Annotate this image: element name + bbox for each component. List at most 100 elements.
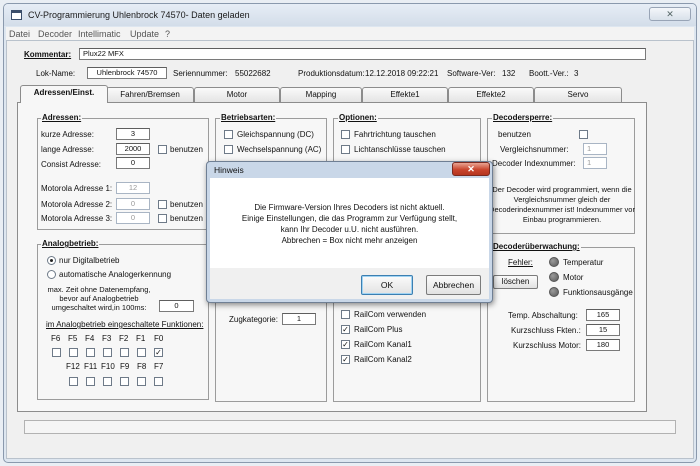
tab-servo[interactable]: Servo: [534, 87, 622, 102]
tab-effekte2[interactable]: Effekte2: [448, 87, 534, 102]
motorola-3-benutzen-label: benutzen: [170, 214, 203, 223]
seriennummer-value: 55022682: [235, 69, 271, 78]
produktionsdatum-value: 12.12.2018 09:22:21: [365, 69, 439, 78]
dialog-message-line3: kann Ihr Decoder u.U. nicht ausführen.: [280, 225, 419, 234]
railcom-verwenden-checkbox[interactable]: [341, 310, 350, 319]
dialog-title: Hinweis: [214, 165, 244, 175]
temp-abschaltung-input[interactable]: 165: [586, 309, 620, 321]
fn-label-f10: F10: [101, 362, 115, 371]
railcom-kanal1-checkbox[interactable]: ✓: [341, 340, 350, 349]
consist-adresse-label: Consist Adresse:: [41, 160, 102, 169]
fn-checkbox-f5[interactable]: [69, 348, 78, 357]
motorola-3-label: Motorola Adresse 3:: [41, 214, 113, 223]
lange-adresse-label: lange Adresse:: [41, 145, 94, 154]
tab-motor[interactable]: Motor: [194, 87, 280, 102]
decoder-indexnummer-label: Decoder Indexnummer:: [492, 159, 576, 168]
nur-digital-radio[interactable]: [47, 256, 56, 265]
temp-abschaltung-label: Temp. Abschaltung:: [508, 311, 578, 320]
fehler-label: Fehler:: [508, 258, 533, 267]
fn-label-f6: F6: [51, 334, 61, 343]
motorola-2-benutzen-checkbox[interactable]: [158, 200, 167, 209]
zugkategorie-input[interactable]: 1: [282, 313, 316, 325]
menu-help[interactable]: ?: [165, 29, 170, 39]
railcom-kanal2-label: RailCom Kanal2: [354, 355, 412, 364]
lok-name-label: Lok-Name:: [36, 69, 76, 78]
kurze-adresse-input[interactable]: 3: [116, 128, 150, 140]
decodersperre-benutzen-checkbox[interactable]: [579, 130, 588, 139]
fahrtrichtung-checkbox[interactable]: [341, 130, 350, 139]
auto-analog-radio[interactable]: [47, 270, 56, 279]
optionen-title: Optionen:: [338, 113, 378, 123]
decoder-indexnummer-input[interactable]: 1: [583, 157, 607, 169]
boot-value: 3: [574, 69, 579, 78]
fn-checkbox-f7[interactable]: [154, 377, 163, 386]
dc-checkbox[interactable]: [224, 130, 233, 139]
analog-zeit-input[interactable]: 0: [159, 300, 194, 312]
lange-adresse-benutzen-checkbox[interactable]: [158, 145, 167, 154]
produktionsdatum-label: Produktionsdatum:: [298, 69, 365, 78]
kurzschluss-fkten-label: Kurzschluss Fkten.:: [511, 326, 581, 335]
menu-update[interactable]: Update: [130, 29, 159, 39]
fn-checkbox-f1[interactable]: [137, 348, 146, 357]
fn-checkbox-f8[interactable]: [137, 377, 146, 386]
fn-label-f4: F4: [85, 334, 95, 343]
kommentar-input[interactable]: Plux22 MFX: [79, 48, 646, 60]
motorola-1-input[interactable]: 12: [116, 182, 150, 194]
fn-checkbox-f4[interactable]: [86, 348, 95, 357]
ac-checkbox[interactable]: [224, 145, 233, 154]
motorola-1-label: Motorola Adresse 1:: [41, 184, 113, 193]
software-value: 132: [502, 69, 516, 78]
dialog-close-button[interactable]: ✕: [452, 162, 490, 176]
ok-button[interactable]: OK: [361, 275, 413, 295]
fahrtrichtung-label: Fahrtrichtung tauschen: [354, 130, 436, 139]
kurzschluss-motor-input[interactable]: 180: [586, 339, 620, 351]
motorola-2-input[interactable]: 0: [116, 198, 150, 210]
lange-adresse-input[interactable]: 2000: [116, 143, 150, 155]
railcom-kanal2-checkbox[interactable]: ✓: [341, 355, 350, 364]
fn-checkbox-f0[interactable]: ✓: [154, 348, 163, 357]
window-close-button[interactable]: ✕: [649, 7, 691, 21]
railcom-plus-checkbox[interactable]: ✓: [341, 325, 350, 334]
window-title: CV-Programmierung Uhlenbrock 74570- Date…: [28, 10, 250, 20]
abbrechen-button[interactable]: Abbrechen: [426, 275, 481, 295]
dialog-message-line1: Die Firmware-Version Ihres Decoders ist …: [254, 203, 445, 212]
temperatur-led: [549, 257, 559, 267]
funktionsausgaenge-label: Funktionsausgänge: [563, 288, 633, 297]
menu-decoder[interactable]: Decoder: [38, 29, 72, 39]
motorola-2-benutzen-label: benutzen: [170, 200, 203, 209]
menu-intellimatic[interactable]: Intellimatic: [78, 29, 121, 39]
seriennummer-label: Seriennummer:: [173, 69, 228, 78]
temperatur-label: Temperatur: [563, 258, 604, 267]
fn-checkbox-f12[interactable]: [69, 377, 78, 386]
consist-adresse-input[interactable]: 0: [116, 157, 150, 169]
kommentar-label: Kommentar:: [24, 50, 72, 59]
licht-label: Lichtanschlüsse tauschen: [354, 145, 446, 154]
dialog-message: Die Firmware-Version Ihres Decoders ist …: [210, 202, 489, 246]
fn-checkbox-f3[interactable]: [103, 348, 112, 357]
tab-mapping[interactable]: Mapping: [280, 87, 362, 102]
motorola-3-benutzen-checkbox[interactable]: [158, 214, 167, 223]
analog-funktionen-title: im Analogbetrieb eingeschaltete Funktion…: [46, 320, 204, 329]
tab-adressen[interactable]: Adressen/Einst.: [20, 85, 108, 103]
fn-checkbox-f6[interactable]: [52, 348, 61, 357]
lok-name-input[interactable]: Uhlenbrock 74570: [87, 67, 167, 79]
licht-checkbox[interactable]: [341, 145, 350, 154]
railcom-verwenden-label: RailCom verwenden: [354, 310, 427, 319]
loeschen-button[interactable]: löschen: [493, 275, 538, 289]
app-icon: [11, 10, 22, 20]
adressen-title: Adressen:: [41, 113, 83, 123]
tab-effekte1[interactable]: Effekte1: [362, 87, 448, 102]
kurzschluss-fkten-input[interactable]: 15: [586, 324, 620, 336]
ueberwachung-title: Decoderüberwachung:: [492, 242, 581, 252]
fn-label-f0: F0: [154, 334, 164, 343]
fn-checkbox-f2[interactable]: [120, 348, 129, 357]
fn-label-f5: F5: [68, 334, 78, 343]
fn-checkbox-f9[interactable]: [120, 377, 129, 386]
motorola-3-input[interactable]: 0: [116, 212, 150, 224]
fn-checkbox-f11[interactable]: [86, 377, 95, 386]
menu-datei[interactable]: Datei: [9, 29, 30, 39]
vergleichsnummer-input[interactable]: 1: [583, 143, 607, 155]
tab-fahren-bremsen[interactable]: Fahren/Bremsen: [106, 87, 194, 102]
auto-analog-label: automatische Analogerkennung: [59, 270, 172, 279]
fn-checkbox-f10[interactable]: [103, 377, 112, 386]
